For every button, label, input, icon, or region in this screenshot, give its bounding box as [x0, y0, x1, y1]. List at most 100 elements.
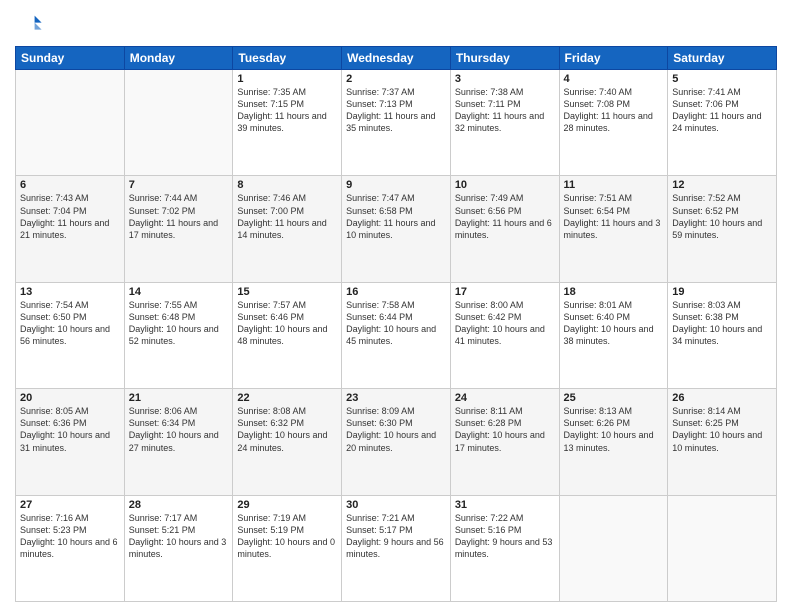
- day-info: Sunrise: 7:17 AM Sunset: 5:21 PM Dayligh…: [129, 512, 229, 561]
- day-info: Sunrise: 8:03 AM Sunset: 6:38 PM Dayligh…: [672, 299, 772, 348]
- calendar-cell: 29Sunrise: 7:19 AM Sunset: 5:19 PM Dayli…: [233, 495, 342, 601]
- day-info: Sunrise: 7:51 AM Sunset: 6:54 PM Dayligh…: [564, 192, 664, 241]
- day-info: Sunrise: 7:19 AM Sunset: 5:19 PM Dayligh…: [237, 512, 337, 561]
- calendar-cell: [668, 495, 777, 601]
- logo: [15, 10, 47, 38]
- day-number: 31: [455, 499, 555, 511]
- calendar-week-row: 20Sunrise: 8:05 AM Sunset: 6:36 PM Dayli…: [16, 389, 777, 495]
- calendar-cell: 30Sunrise: 7:21 AM Sunset: 5:17 PM Dayli…: [342, 495, 451, 601]
- calendar-table: SundayMondayTuesdayWednesdayThursdayFrid…: [15, 46, 777, 602]
- calendar-week-row: 27Sunrise: 7:16 AM Sunset: 5:23 PM Dayli…: [16, 495, 777, 601]
- day-number: 16: [346, 286, 446, 298]
- day-info: Sunrise: 7:22 AM Sunset: 5:16 PM Dayligh…: [455, 512, 555, 561]
- day-number: 18: [564, 286, 664, 298]
- day-number: 15: [237, 286, 337, 298]
- calendar-week-row: 1Sunrise: 7:35 AM Sunset: 7:15 PM Daylig…: [16, 70, 777, 176]
- day-number: 14: [129, 286, 229, 298]
- day-info: Sunrise: 8:11 AM Sunset: 6:28 PM Dayligh…: [455, 405, 555, 454]
- day-info: Sunrise: 8:01 AM Sunset: 6:40 PM Dayligh…: [564, 299, 664, 348]
- day-number: 7: [129, 179, 229, 191]
- calendar-cell: 18Sunrise: 8:01 AM Sunset: 6:40 PM Dayli…: [559, 282, 668, 388]
- calendar-cell: 7Sunrise: 7:44 AM Sunset: 7:02 PM Daylig…: [124, 176, 233, 282]
- calendar-cell: 28Sunrise: 7:17 AM Sunset: 5:21 PM Dayli…: [124, 495, 233, 601]
- day-number: 8: [237, 179, 337, 191]
- calendar-cell: 16Sunrise: 7:58 AM Sunset: 6:44 PM Dayli…: [342, 282, 451, 388]
- day-info: Sunrise: 7:46 AM Sunset: 7:00 PM Dayligh…: [237, 192, 337, 241]
- day-number: 25: [564, 392, 664, 404]
- calendar-cell: 19Sunrise: 8:03 AM Sunset: 6:38 PM Dayli…: [668, 282, 777, 388]
- day-info: Sunrise: 8:00 AM Sunset: 6:42 PM Dayligh…: [455, 299, 555, 348]
- calendar-cell: 21Sunrise: 8:06 AM Sunset: 6:34 PM Dayli…: [124, 389, 233, 495]
- calendar-cell: [559, 495, 668, 601]
- calendar-cell: 4Sunrise: 7:40 AM Sunset: 7:08 PM Daylig…: [559, 70, 668, 176]
- calendar-cell: 14Sunrise: 7:55 AM Sunset: 6:48 PM Dayli…: [124, 282, 233, 388]
- calendar-cell: 31Sunrise: 7:22 AM Sunset: 5:16 PM Dayli…: [450, 495, 559, 601]
- day-number: 21: [129, 392, 229, 404]
- day-of-week-header: Saturday: [668, 47, 777, 70]
- day-info: Sunrise: 7:52 AM Sunset: 6:52 PM Dayligh…: [672, 192, 772, 241]
- day-info: Sunrise: 7:41 AM Sunset: 7:06 PM Dayligh…: [672, 86, 772, 135]
- day-of-week-header: Monday: [124, 47, 233, 70]
- day-info: Sunrise: 7:21 AM Sunset: 5:17 PM Dayligh…: [346, 512, 446, 561]
- day-info: Sunrise: 7:35 AM Sunset: 7:15 PM Dayligh…: [237, 86, 337, 135]
- day-info: Sunrise: 8:09 AM Sunset: 6:30 PM Dayligh…: [346, 405, 446, 454]
- calendar-cell: 22Sunrise: 8:08 AM Sunset: 6:32 PM Dayli…: [233, 389, 342, 495]
- calendar-cell: 26Sunrise: 8:14 AM Sunset: 6:25 PM Dayli…: [668, 389, 777, 495]
- calendar-cell: 24Sunrise: 8:11 AM Sunset: 6:28 PM Dayli…: [450, 389, 559, 495]
- day-number: 3: [455, 73, 555, 85]
- day-info: Sunrise: 8:13 AM Sunset: 6:26 PM Dayligh…: [564, 405, 664, 454]
- header-row: SundayMondayTuesdayWednesdayThursdayFrid…: [16, 47, 777, 70]
- calendar-cell: 20Sunrise: 8:05 AM Sunset: 6:36 PM Dayli…: [16, 389, 125, 495]
- calendar-week-row: 13Sunrise: 7:54 AM Sunset: 6:50 PM Dayli…: [16, 282, 777, 388]
- day-number: 10: [455, 179, 555, 191]
- calendar-cell: 2Sunrise: 7:37 AM Sunset: 7:13 PM Daylig…: [342, 70, 451, 176]
- day-number: 1: [237, 73, 337, 85]
- calendar-cell: 8Sunrise: 7:46 AM Sunset: 7:00 PM Daylig…: [233, 176, 342, 282]
- day-info: Sunrise: 7:43 AM Sunset: 7:04 PM Dayligh…: [20, 192, 120, 241]
- calendar-cell: 25Sunrise: 8:13 AM Sunset: 6:26 PM Dayli…: [559, 389, 668, 495]
- day-info: Sunrise: 7:57 AM Sunset: 6:46 PM Dayligh…: [237, 299, 337, 348]
- calendar-cell: 13Sunrise: 7:54 AM Sunset: 6:50 PM Dayli…: [16, 282, 125, 388]
- calendar-cell: 17Sunrise: 8:00 AM Sunset: 6:42 PM Dayli…: [450, 282, 559, 388]
- day-of-week-header: Thursday: [450, 47, 559, 70]
- day-number: 23: [346, 392, 446, 404]
- calendar-cell: 5Sunrise: 7:41 AM Sunset: 7:06 PM Daylig…: [668, 70, 777, 176]
- day-number: 11: [564, 179, 664, 191]
- day-info: Sunrise: 8:08 AM Sunset: 6:32 PM Dayligh…: [237, 405, 337, 454]
- header: [15, 10, 777, 38]
- day-info: Sunrise: 7:40 AM Sunset: 7:08 PM Dayligh…: [564, 86, 664, 135]
- calendar-cell: 1Sunrise: 7:35 AM Sunset: 7:15 PM Daylig…: [233, 70, 342, 176]
- calendar-cell: 9Sunrise: 7:47 AM Sunset: 6:58 PM Daylig…: [342, 176, 451, 282]
- day-number: 19: [672, 286, 772, 298]
- day-number: 5: [672, 73, 772, 85]
- calendar-cell: 12Sunrise: 7:52 AM Sunset: 6:52 PM Dayli…: [668, 176, 777, 282]
- calendar-week-row: 6Sunrise: 7:43 AM Sunset: 7:04 PM Daylig…: [16, 176, 777, 282]
- day-number: 20: [20, 392, 120, 404]
- day-info: Sunrise: 7:16 AM Sunset: 5:23 PM Dayligh…: [20, 512, 120, 561]
- day-number: 2: [346, 73, 446, 85]
- calendar-body: 1Sunrise: 7:35 AM Sunset: 7:15 PM Daylig…: [16, 70, 777, 602]
- calendar-header: SundayMondayTuesdayWednesdayThursdayFrid…: [16, 47, 777, 70]
- day-info: Sunrise: 7:58 AM Sunset: 6:44 PM Dayligh…: [346, 299, 446, 348]
- day-number: 26: [672, 392, 772, 404]
- calendar-cell: 11Sunrise: 7:51 AM Sunset: 6:54 PM Dayli…: [559, 176, 668, 282]
- day-number: 17: [455, 286, 555, 298]
- day-info: Sunrise: 8:06 AM Sunset: 6:34 PM Dayligh…: [129, 405, 229, 454]
- day-info: Sunrise: 7:44 AM Sunset: 7:02 PM Dayligh…: [129, 192, 229, 241]
- day-number: 6: [20, 179, 120, 191]
- calendar-cell: 15Sunrise: 7:57 AM Sunset: 6:46 PM Dayli…: [233, 282, 342, 388]
- day-info: Sunrise: 7:54 AM Sunset: 6:50 PM Dayligh…: [20, 299, 120, 348]
- calendar-cell: [16, 70, 125, 176]
- day-of-week-header: Wednesday: [342, 47, 451, 70]
- day-info: Sunrise: 7:38 AM Sunset: 7:11 PM Dayligh…: [455, 86, 555, 135]
- page: SundayMondayTuesdayWednesdayThursdayFrid…: [0, 0, 792, 612]
- day-number: 22: [237, 392, 337, 404]
- day-info: Sunrise: 7:49 AM Sunset: 6:56 PM Dayligh…: [455, 192, 555, 241]
- day-number: 28: [129, 499, 229, 511]
- day-info: Sunrise: 8:05 AM Sunset: 6:36 PM Dayligh…: [20, 405, 120, 454]
- day-of-week-header: Friday: [559, 47, 668, 70]
- calendar-cell: 27Sunrise: 7:16 AM Sunset: 5:23 PM Dayli…: [16, 495, 125, 601]
- day-number: 30: [346, 499, 446, 511]
- day-number: 12: [672, 179, 772, 191]
- calendar-cell: 3Sunrise: 7:38 AM Sunset: 7:11 PM Daylig…: [450, 70, 559, 176]
